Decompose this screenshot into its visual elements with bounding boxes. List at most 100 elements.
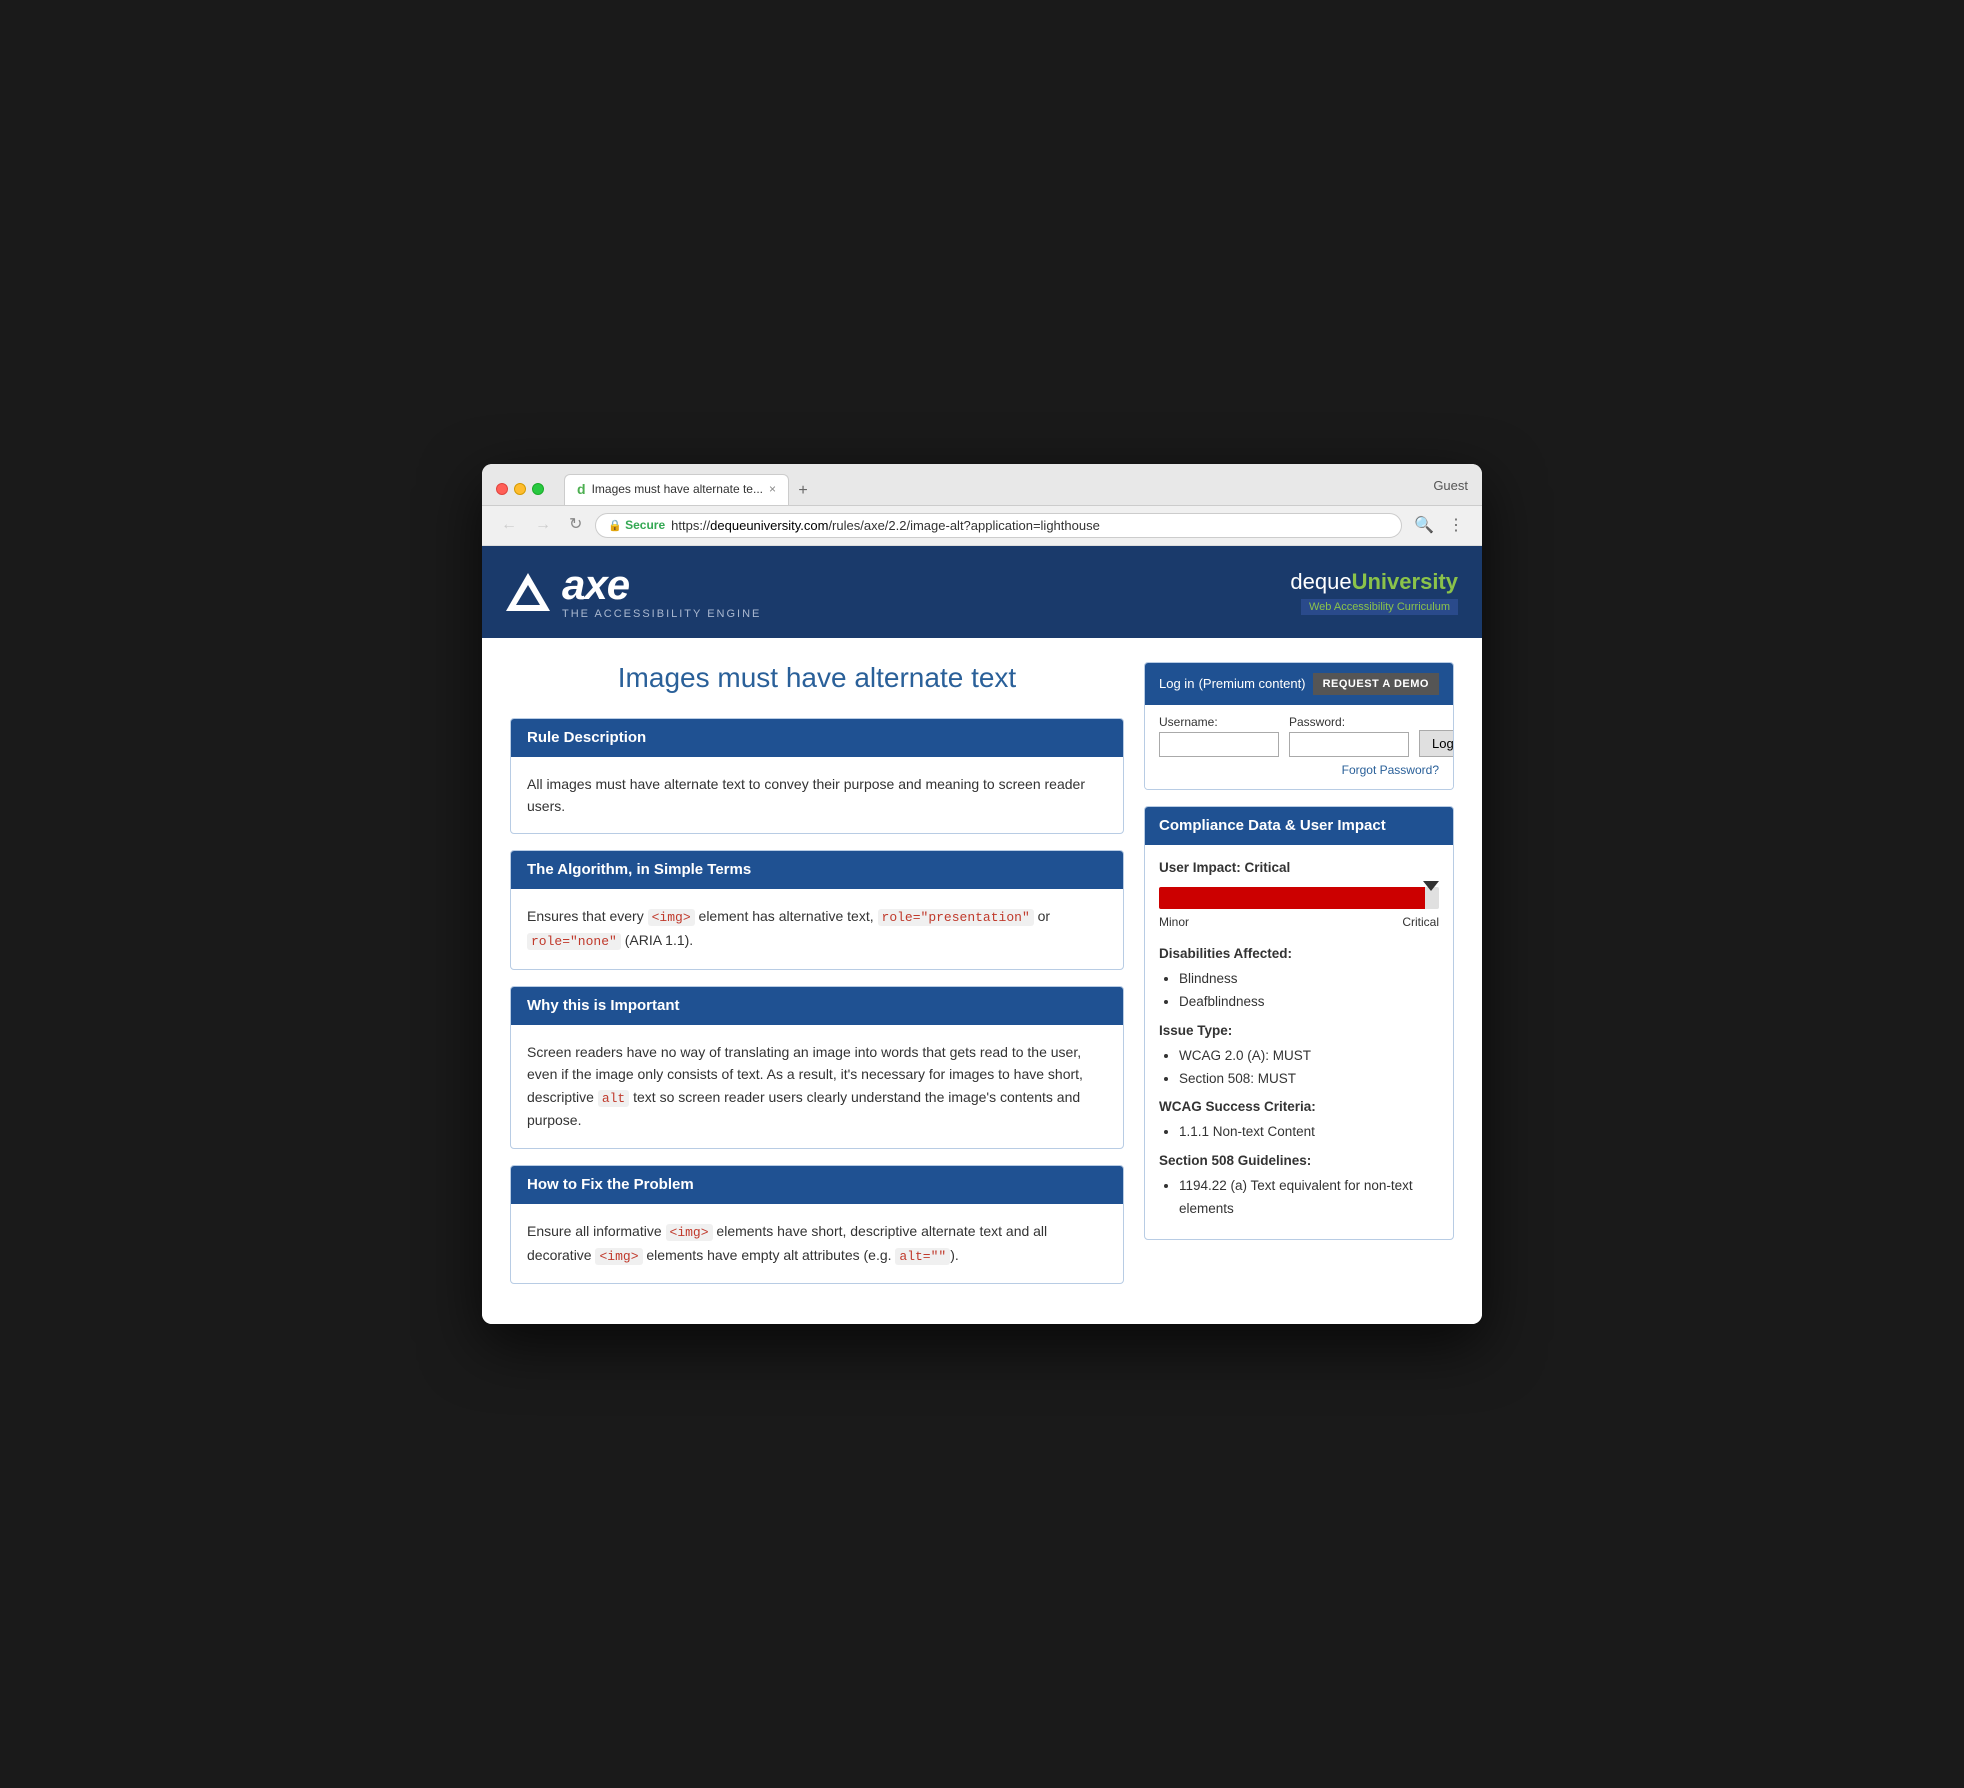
algorithm-header: The Algorithm, in Simple Terms — [511, 851, 1123, 889]
page-title: Images must have alternate text — [510, 662, 1124, 694]
tab-favicon-icon: d — [577, 481, 586, 497]
list-item: Blindness — [1179, 968, 1439, 991]
password-label: Password: — [1289, 715, 1409, 729]
why-important-body: Screen readers have no way of translatin… — [511, 1025, 1123, 1148]
algorithm-heading: The Algorithm, in Simple Terms — [527, 861, 751, 878]
list-item: 1194.22 (a) Text equivalent for non-text… — [1179, 1175, 1439, 1221]
page-content: axe THE ACCESSIBILITY ENGINE dequeUniver… — [482, 546, 1482, 1325]
browser-titlebar: d Images must have alternate te... × + G… — [482, 464, 1482, 506]
user-impact-label: User Impact: Critical — [1159, 857, 1439, 880]
rule-description-body: All images must have alternate text to c… — [511, 757, 1123, 834]
impact-labels: Minor Critical — [1159, 912, 1439, 932]
why-important-section: Why this is Important Screen readers hav… — [510, 986, 1124, 1149]
guest-label: Guest — [1433, 478, 1468, 501]
deque-university-logo: dequeUniversity Web Accessibility Curric… — [1290, 569, 1458, 615]
back-button[interactable]: ← — [496, 515, 522, 535]
how-to-fix-header: How to Fix the Problem — [511, 1166, 1123, 1204]
login-button[interactable]: Login — [1419, 730, 1454, 757]
axe-wordmark: axe — [562, 564, 761, 606]
axe-logo: axe THE ACCESSIBILITY ENGINE — [506, 564, 761, 620]
img-tag-code: <img> — [648, 909, 695, 926]
login-panel: Log in (Premium content) REQUEST A DEMO … — [1144, 662, 1454, 790]
search-button[interactable]: 🔍 — [1410, 513, 1438, 537]
rule-description-header: Rule Description — [511, 719, 1123, 757]
right-column: Log in (Premium content) REQUEST A DEMO … — [1144, 662, 1454, 1301]
new-tab-button[interactable]: + — [789, 477, 817, 505]
algorithm-section: The Algorithm, in Simple Terms Ensures t… — [510, 850, 1124, 970]
active-tab[interactable]: d Images must have alternate te... × — [564, 474, 789, 505]
forgot-password-link[interactable]: Forgot Password? — [1159, 763, 1439, 777]
algorithm-body: Ensures that every <img> element has alt… — [511, 889, 1123, 969]
tab-bar: d Images must have alternate te... × + — [564, 474, 1423, 505]
secure-label: Secure — [625, 518, 665, 532]
axe-text-block: axe THE ACCESSIBILITY ENGINE — [562, 564, 761, 620]
disabilities-heading: Disabilities Affected: — [1159, 943, 1439, 966]
url-text: https://dequeuniversity.com/rules/axe/2.… — [671, 518, 1100, 533]
secure-badge: 🔒 Secure — [608, 518, 665, 532]
section508-list: 1194.22 (a) Text equivalent for non-text… — [1179, 1175, 1439, 1221]
login-body: Username: Password: Login Forgot Passwor… — [1145, 705, 1453, 789]
impact-marker-icon — [1423, 881, 1439, 891]
how-to-fix-heading: How to Fix the Problem — [527, 1176, 694, 1193]
how-to-fix-body: Ensure all informative <img> elements ha… — [511, 1204, 1123, 1284]
list-item: Section 508: MUST — [1179, 1068, 1439, 1091]
rule-description-section: Rule Description All images must have al… — [510, 718, 1124, 835]
wcag-heading: WCAG Success Criteria: — [1159, 1096, 1439, 1119]
role-presentation-code: role="presentation" — [878, 909, 1034, 926]
traffic-lights — [496, 483, 544, 495]
more-options-button[interactable]: ⋮ — [1444, 513, 1468, 537]
username-label: Username: — [1159, 715, 1279, 729]
how-to-fix-section: How to Fix the Problem Ensure all inform… — [510, 1165, 1124, 1285]
alt-code: alt — [598, 1090, 629, 1107]
compliance-body: User Impact: Critical Minor Critical — [1145, 845, 1453, 1240]
compliance-panel: Compliance Data & User Impact User Impac… — [1144, 806, 1454, 1241]
tab-title: Images must have alternate te... — [592, 482, 763, 496]
left-column: Images must have alternate text Rule Des… — [510, 662, 1124, 1301]
deque-tagline: Web Accessibility Curriculum — [1301, 599, 1458, 615]
address-actions: 🔍 ⋮ — [1410, 513, 1468, 537]
login-header: Log in (Premium content) REQUEST A DEMO — [1145, 663, 1453, 705]
login-title: Log in (Premium content) — [1159, 675, 1306, 692]
list-item: WCAG 2.0 (A): MUST — [1179, 1045, 1439, 1068]
login-fields: Username: Password: Login — [1159, 715, 1439, 757]
role-none-code: role="none" — [527, 933, 621, 950]
axe-subtitle: THE ACCESSIBILITY ENGINE — [562, 608, 761, 620]
impact-slider: Minor Critical — [1159, 887, 1439, 932]
disabilities-list: Blindness Deafblindness — [1179, 968, 1439, 1014]
address-bar: ← → ↻ 🔒 Secure https://dequeuniversity.c… — [482, 506, 1482, 546]
impact-track — [1159, 887, 1439, 909]
impact-max-label: Critical — [1402, 912, 1439, 932]
close-button[interactable] — [496, 483, 508, 495]
impact-fill — [1159, 887, 1425, 909]
why-important-heading: Why this is Important — [527, 997, 680, 1014]
issue-type-list: WCAG 2.0 (A): MUST Section 508: MUST — [1179, 1045, 1439, 1091]
username-input[interactable] — [1159, 732, 1279, 757]
img-tag-code-3: <img> — [595, 1248, 642, 1265]
impact-min-label: Minor — [1159, 912, 1189, 932]
compliance-heading: Compliance Data & User Impact — [1159, 817, 1386, 834]
tab-close-icon[interactable]: × — [769, 482, 776, 496]
main-area: Images must have alternate text Rule Des… — [482, 638, 1482, 1325]
compliance-header: Compliance Data & User Impact — [1145, 807, 1453, 845]
list-item: Deafblindness — [1179, 991, 1439, 1014]
forward-button[interactable]: → — [530, 515, 556, 535]
rule-description-heading: Rule Description — [527, 729, 646, 746]
address-input[interactable]: 🔒 Secure https://dequeuniversity.com/rul… — [595, 513, 1402, 538]
username-field-group: Username: — [1159, 715, 1279, 757]
lock-icon: 🔒 — [608, 519, 622, 532]
wcag-list: 1.1.1 Non-text Content — [1179, 1121, 1439, 1144]
password-field-group: Password: — [1289, 715, 1409, 757]
list-item: 1.1.1 Non-text Content — [1179, 1121, 1439, 1144]
deque-university-name: dequeUniversity — [1290, 569, 1458, 595]
axe-triangle-icon — [506, 573, 550, 611]
why-important-header: Why this is Important — [511, 987, 1123, 1025]
request-demo-button[interactable]: REQUEST A DEMO — [1313, 673, 1439, 695]
maximize-button[interactable] — [532, 483, 544, 495]
minimize-button[interactable] — [514, 483, 526, 495]
refresh-button[interactable]: ↻ — [564, 515, 587, 535]
section508-heading: Section 508 Guidelines: — [1159, 1150, 1439, 1173]
password-input[interactable] — [1289, 732, 1409, 757]
img-tag-code-2: <img> — [666, 1224, 713, 1241]
alt-empty-code: alt="" — [895, 1248, 950, 1265]
site-header: axe THE ACCESSIBILITY ENGINE dequeUniver… — [482, 546, 1482, 638]
